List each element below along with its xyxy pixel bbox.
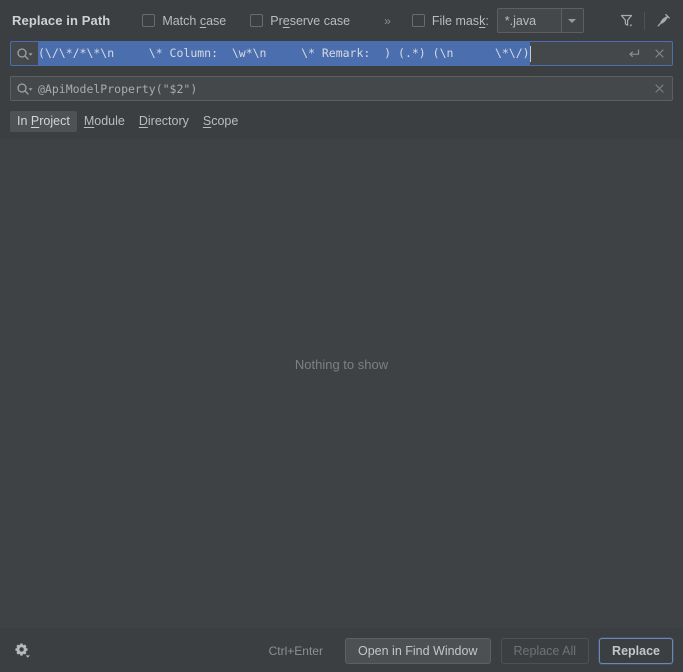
chevron-down-icon bbox=[568, 18, 577, 23]
tab-scope[interactable]: Scope bbox=[196, 111, 245, 132]
filter-funnel-icon bbox=[620, 14, 632, 27]
replace-all-button[interactable]: Replace All bbox=[500, 637, 590, 664]
pin-button[interactable] bbox=[649, 7, 677, 35]
gear-dropdown-icon bbox=[15, 642, 30, 658]
close-icon bbox=[654, 84, 664, 93]
search-history-icon bbox=[16, 47, 33, 60]
replace-history-button[interactable] bbox=[11, 77, 38, 100]
tab-in-project[interactable]: In Project bbox=[10, 110, 77, 132]
match-case-label: Match case bbox=[162, 13, 227, 28]
text-caret bbox=[529, 45, 531, 62]
header-separator bbox=[644, 11, 645, 30]
close-icon bbox=[654, 49, 664, 58]
file-mask-checkbox[interactable]: File mask: bbox=[411, 13, 489, 28]
tab-module[interactable]: Module bbox=[77, 111, 132, 132]
search-clear-button[interactable] bbox=[646, 42, 672, 65]
page-title: Replace in Path bbox=[12, 13, 111, 28]
replace-input-text[interactable]: @ApiModelProperty("$2") bbox=[38, 77, 646, 100]
shortcut-hint: Ctrl+Enter bbox=[268, 643, 323, 658]
search-input[interactable]: (\/\*/*\*\n \* Column: \w*\n \* Remark: … bbox=[10, 41, 673, 66]
preserve-case-checkbox[interactable]: Preserve case bbox=[250, 14, 350, 28]
replace-input[interactable]: @ApiModelProperty("$2") bbox=[10, 76, 673, 101]
replace-field-actions bbox=[646, 77, 672, 100]
search-input-text[interactable]: (\/\*/*\*\n \* Column: \w*\n \* Remark: … bbox=[38, 42, 620, 65]
empty-state-message: Nothing to show bbox=[294, 357, 389, 372]
file-mask-dropdown-button[interactable] bbox=[560, 9, 583, 32]
settings-button[interactable] bbox=[10, 638, 36, 664]
new-line-return-icon bbox=[628, 49, 639, 57]
replace-clear-button[interactable] bbox=[646, 77, 672, 100]
filter-button[interactable] bbox=[612, 7, 640, 35]
search-replace-fields: (\/\*/*\*\n \* Column: \w*\n \* Remark: … bbox=[0, 41, 683, 101]
search-field-actions bbox=[620, 42, 672, 65]
search-history-icon bbox=[16, 82, 33, 95]
scope-tabs: In Project Module Directory Scope bbox=[0, 101, 683, 132]
open-in-find-window-button[interactable]: Open in Find Window bbox=[344, 637, 491, 664]
search-selected-text: (\/\*/*\*\n \* Column: \w*\n \* Remark: … bbox=[38, 42, 530, 65]
dialog-header: Replace in Path Match case Preserve case… bbox=[0, 0, 683, 41]
pin-icon bbox=[657, 13, 670, 27]
results-panel: Nothing to show bbox=[0, 139, 683, 628]
checkbox-unchecked-icon bbox=[250, 14, 264, 27]
replace-in-path-dialog: Replace in Path Match case Preserve case… bbox=[0, 0, 683, 672]
chevron-double-right-icon[interactable]: » bbox=[384, 14, 391, 28]
new-line-button[interactable] bbox=[620, 42, 646, 65]
search-history-button[interactable] bbox=[11, 42, 38, 65]
tab-directory[interactable]: Directory bbox=[132, 111, 196, 132]
file-mask-label: File mask: bbox=[431, 13, 489, 28]
replace-button[interactable]: Replace bbox=[599, 637, 673, 664]
preserve-case-label: Preserve case bbox=[270, 13, 351, 28]
dialog-footer: Ctrl+Enter Open in Find Window Replace A… bbox=[0, 628, 683, 672]
file-mask-combo[interactable]: *.java bbox=[496, 8, 584, 33]
file-mask-value[interactable]: *.java bbox=[498, 9, 561, 32]
checkbox-unchecked-icon bbox=[142, 14, 156, 27]
match-case-checkbox[interactable]: Match case bbox=[142, 14, 226, 28]
header-actions bbox=[612, 7, 677, 35]
checkbox-unchecked-icon bbox=[411, 14, 425, 27]
replace-value: @ApiModelProperty("$2") bbox=[38, 81, 198, 96]
